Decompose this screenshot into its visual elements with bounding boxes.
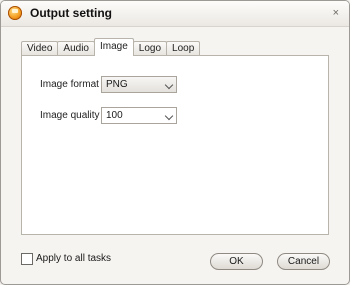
tab-video[interactable]: Video (21, 41, 59, 56)
image-quality-label: Image quality (40, 110, 100, 121)
title-bar[interactable]: Output setting × (1, 1, 349, 27)
chevron-down-icon (164, 80, 174, 90)
tab-image[interactable]: Image (93, 38, 134, 56)
cancel-button[interactable]: Cancel (277, 253, 330, 270)
image-settings-panel: Image format PNG Image quality 100 (21, 55, 329, 235)
ok-button[interactable]: OK (210, 253, 263, 270)
image-quality-value: 100 (106, 110, 123, 121)
dialog-title: Output setting (30, 6, 112, 20)
image-quality-select[interactable]: 100 (101, 107, 177, 124)
tab-bar: Video Audio Image Logo Loop (21, 38, 201, 56)
output-setting-dialog: Output setting × Video Audio Image Logo … (0, 0, 350, 285)
tab-loop[interactable]: Loop (166, 41, 201, 56)
apply-to-all-label: Apply to all tasks (36, 253, 112, 264)
tab-audio[interactable]: Audio (57, 41, 95, 56)
app-logo-icon (8, 6, 22, 20)
apply-to-all-checkbox[interactable] (21, 253, 33, 265)
image-format-label: Image format (40, 79, 99, 90)
chevron-down-icon (164, 111, 174, 121)
image-format-select[interactable]: PNG (101, 76, 177, 93)
tab-logo[interactable]: Logo (132, 41, 168, 56)
close-icon[interactable]: × (333, 6, 339, 20)
image-format-value: PNG (106, 79, 128, 90)
